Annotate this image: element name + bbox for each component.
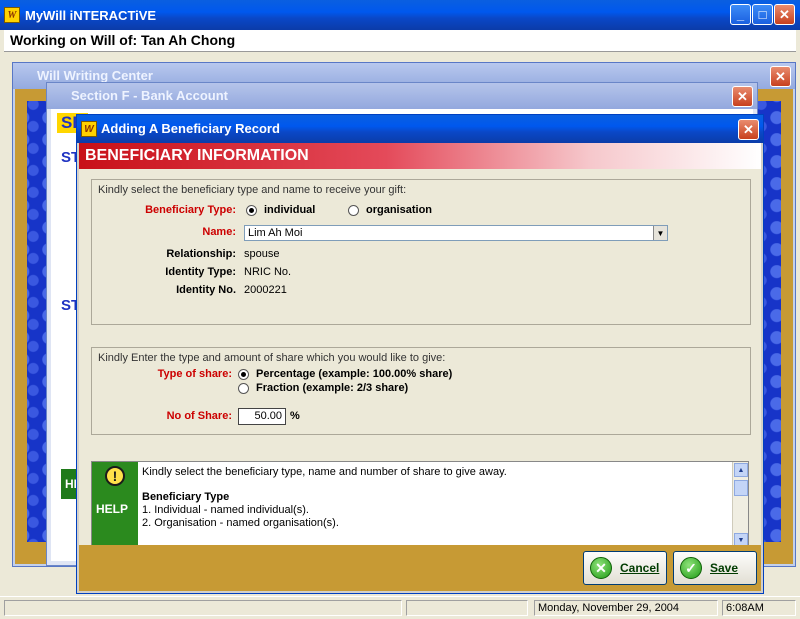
type-of-share-label: Type of share: [157, 368, 232, 380]
no-of-share-label: No of Share: [166, 410, 232, 422]
fraction-radio[interactable] [238, 383, 249, 394]
organisation-label[interactable]: organisation [366, 204, 432, 216]
app-titlebar[interactable]: W MyWill iNTERACTiVE _ □ ✕ [0, 0, 800, 30]
status-bar: Monday, November 29, 2004 6:08AM [0, 596, 800, 619]
dialog-title: Adding A Beneficiary Record [101, 121, 280, 136]
cancel-button[interactable]: ✕ Cancel [583, 551, 667, 585]
identity-no-label: Identity No. [176, 284, 236, 296]
save-button[interactable]: ✓ Save [673, 551, 757, 585]
cancel-x-icon: ✕ [590, 557, 612, 579]
app-title: MyWill iNTERACTiVE [25, 7, 157, 23]
identity-type-value: NRIC No. [244, 266, 292, 278]
dialog-titlebar[interactable]: W Adding A Beneficiary Record [77, 115, 763, 143]
minimize-button[interactable]: _ [730, 4, 751, 25]
individual-label[interactable]: individual [264, 204, 315, 216]
status-panel-1 [4, 600, 402, 616]
share-group: Kindly Enter the type and amount of shar… [91, 347, 751, 435]
section-header: BENEFICIARY INFORMATION [79, 143, 761, 169]
help-panel: ! HELP Kindly select the beneficiary typ… [91, 461, 749, 549]
save-label: Save [710, 561, 739, 575]
beneficiary-type-label: Beneficiary Type: [145, 204, 236, 216]
add-beneficiary-dialog: W Adding A Beneficiary Record ✕ BENEFICI… [76, 114, 764, 594]
percentage-radio[interactable] [238, 369, 249, 380]
percent-unit: % [290, 410, 300, 422]
working-on-label: Working on Will of: Tan Ah Chong [4, 30, 796, 52]
fraction-label[interactable]: Fraction (example: 2/3 share) [256, 382, 408, 394]
help-item: 2. Organisation - named organisation(s). [142, 517, 339, 529]
individual-radio[interactable] [246, 205, 257, 216]
help-text: Kindly select the beneficiary type, name… [142, 466, 730, 546]
identity-type-label: Identity Type: [165, 266, 236, 278]
relationship-value: spouse [244, 248, 280, 260]
status-panel-2 [406, 600, 528, 616]
cancel-label: Cancel [620, 561, 660, 575]
organisation-radio[interactable] [348, 205, 359, 216]
section-f-close-button[interactable]: ✕ [732, 86, 753, 107]
help-scrollbar[interactable]: ▲ ▼ [732, 462, 748, 548]
dialog-logo-icon: W [81, 121, 97, 137]
section-f-title: Section F - Bank Account [47, 83, 757, 109]
help-side: ! HELP [92, 462, 138, 548]
name-label: Name: [202, 226, 236, 238]
help-label: HELP [96, 502, 129, 516]
status-time: 6:08AM [722, 600, 796, 616]
scroll-thumb[interactable] [734, 480, 748, 496]
app-logo-icon: W [4, 7, 20, 23]
name-select-value: Lim Ah Moi [248, 227, 303, 239]
share-group-caption: Kindly Enter the type and amount of shar… [98, 352, 446, 364]
scroll-up-icon[interactable]: ▲ [734, 463, 748, 477]
button-bar: ✕ Cancel ✓ Save [79, 545, 761, 591]
beneficiary-group: Kindly select the beneficiary type and n… [91, 179, 751, 325]
beneficiary-group-caption: Kindly select the beneficiary type and n… [98, 184, 407, 196]
help-exclaim-icon: ! [105, 466, 125, 486]
help-intro: Kindly select the beneficiary type, name… [142, 466, 507, 478]
help-item: 1. Individual - named individual(s). [142, 504, 309, 516]
dialog-body: Kindly select the beneficiary type and n… [79, 169, 761, 591]
identity-no-value: 2000221 [244, 284, 287, 296]
dialog-close-button[interactable]: ✕ [738, 119, 759, 140]
chevron-down-icon[interactable]: ▼ [653, 226, 667, 240]
status-date: Monday, November 29, 2004 [534, 600, 718, 616]
name-select[interactable]: Lim Ah Moi ▼ [244, 225, 668, 241]
no-of-share-input[interactable]: 50.00 [238, 408, 286, 425]
maximize-button[interactable]: □ [752, 4, 773, 25]
save-check-icon: ✓ [680, 557, 702, 579]
will-writing-center-close-button[interactable]: ✕ [770, 66, 791, 87]
help-heading: Beneficiary Type [142, 491, 230, 503]
relationship-label: Relationship: [166, 248, 236, 260]
percentage-label[interactable]: Percentage (example: 100.00% share) [256, 368, 452, 380]
close-button[interactable]: ✕ [774, 4, 795, 25]
